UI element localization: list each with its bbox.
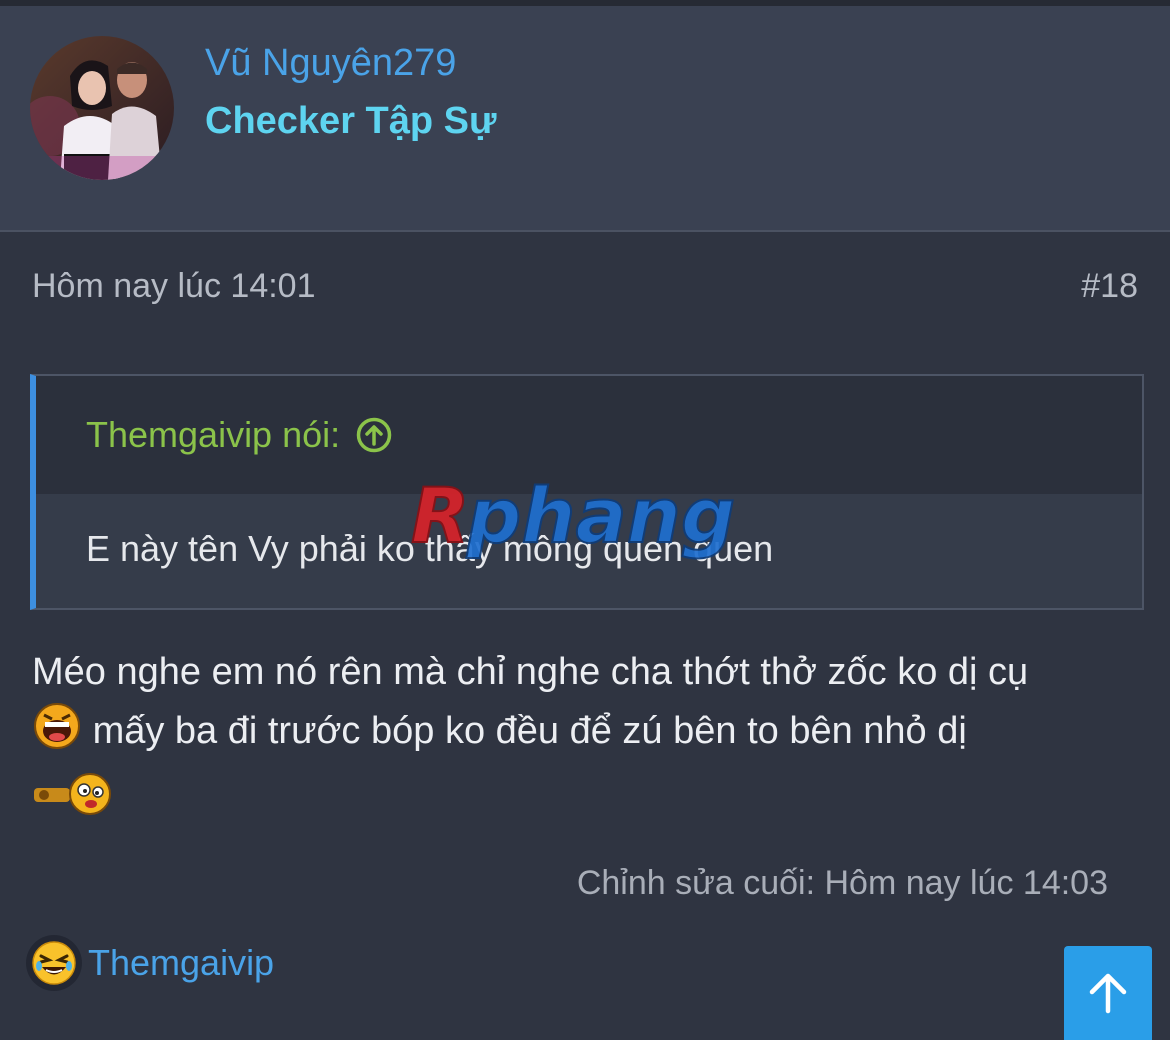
quote-header: Themgaivip nói: (36, 376, 1142, 494)
edited-note: Chỉnh sửa cuối: Hôm nay lúc 14:03 (576, 864, 1108, 902)
crazy-emoji-icon (32, 768, 116, 835)
quote-block: Themgaivip nói: E này tên Vy phải ko thấ… (30, 374, 1144, 610)
post-date[interactable]: Hôm nay lúc 14:01 (32, 267, 316, 306)
quote-author[interactable]: Themgaivip nói: (86, 414, 392, 456)
reaction-user[interactable]: Themgaivip (88, 942, 274, 984)
user-header: Vũ Nguyên279 Checker Tập Sự (0, 6, 1170, 232)
shouting-emoji-icon (32, 701, 82, 768)
user-title: Checker Tập Sự (205, 100, 497, 142)
avatar-image (30, 36, 174, 180)
quote-author-label: Themgaivip nói: (86, 414, 341, 455)
post-page: Vũ Nguyên279 Checker Tập Sự Hôm nay lúc … (0, 0, 1170, 1040)
reaction-bar[interactable]: Themgaivip (26, 935, 274, 991)
arrow-up-icon (1089, 973, 1127, 1014)
post-message: Méo nghe em nó rên mà chỉ nghe cha thớt … (32, 644, 1142, 835)
message-line-1: Méo nghe em nó rên mà chỉ nghe cha thớt … (32, 651, 1029, 693)
username[interactable]: Vũ Nguyên279 (205, 42, 456, 85)
scroll-to-top-button[interactable] (1064, 946, 1152, 1040)
arrow-up-circle-icon[interactable] (356, 417, 392, 453)
post-number[interactable]: #18 (1081, 267, 1138, 306)
quote-text: E này tên Vy phải ko thấy mông quen quen (86, 528, 774, 569)
message-line-2: mấy ba đi trước bóp ko đều để zú bên to … (92, 710, 967, 752)
avatar[interactable] (30, 36, 174, 180)
laughing-emoji-icon (26, 935, 82, 991)
